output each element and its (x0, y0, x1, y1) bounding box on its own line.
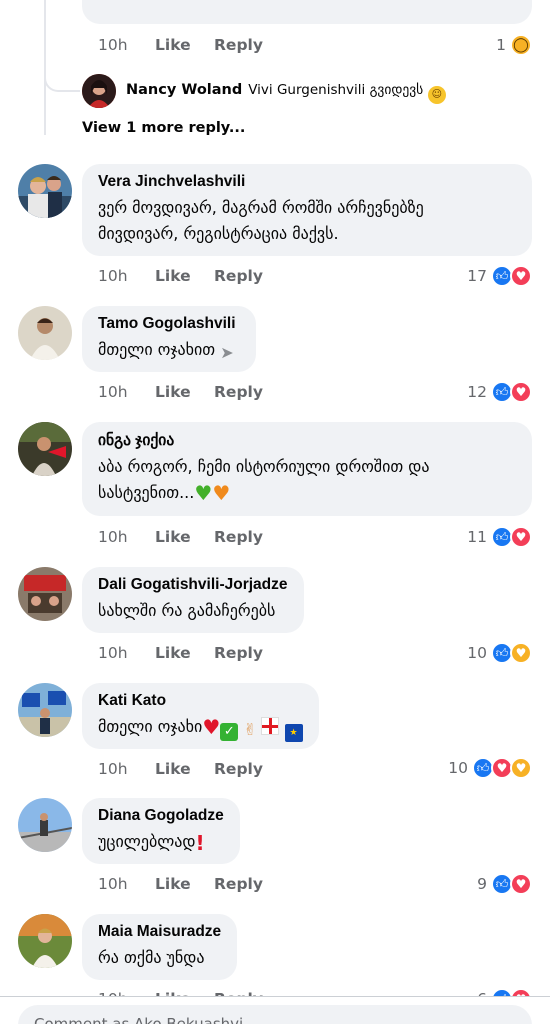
reply-button[interactable]: Reply (214, 267, 263, 285)
like-button[interactable]: Like (155, 267, 214, 285)
avatar[interactable] (18, 422, 72, 476)
avatar[interactable] (18, 567, 72, 621)
comment-author[interactable]: Kati Kato (98, 692, 303, 710)
like-button[interactable]: Like (155, 875, 214, 893)
love-reaction-icon: ♥ (510, 526, 532, 548)
exclamation-emoji-icon: ! (195, 831, 205, 855)
comment-bubble[interactable]: Maia Maisuradze რა თქმა უნდა (82, 914, 238, 980)
reply-author[interactable]: Nancy Woland (126, 82, 242, 98)
avatar[interactable] (18, 798, 72, 852)
comment-author[interactable]: Diana Gogoladze (98, 807, 224, 825)
care-reaction-icon: ♥ (510, 757, 532, 779)
reply-button[interactable]: Reply (214, 875, 263, 893)
comment-actions: 10h Like Reply (98, 383, 263, 401)
like-button[interactable]: Like (155, 36, 214, 54)
comment-text: ვერ მოვდივარ, მაგრამ რომში არჩევნებზე მივ… (98, 198, 424, 243)
comment-author[interactable]: Dali Gogatishvili-Jorjadze (98, 576, 288, 594)
reaction-count: 10 (448, 759, 468, 777)
comment-actions: 10h Like Reply (98, 760, 263, 778)
reply-button[interactable]: Reply (214, 644, 263, 662)
like-button[interactable]: Like (155, 383, 214, 401)
comment-time: 10h (98, 267, 128, 285)
like-button[interactable]: Like (155, 528, 214, 546)
comment-author[interactable]: Maia Maisuradze (98, 923, 221, 941)
comment-time: 10h (98, 760, 128, 778)
reaction-count: 1 (496, 36, 506, 54)
view-more-replies-link[interactable]: View 1 more reply... (82, 120, 245, 136)
comment-bubble[interactable]: Dali Gogatishvili-Jorjadze სახლში რა გამ… (82, 567, 304, 633)
avatar[interactable] (18, 164, 72, 218)
reaction-count: 11 (467, 528, 487, 546)
reaction-summary[interactable]: 10 👍︎ ♥ (467, 642, 532, 664)
reaction-count: 10 (467, 644, 487, 662)
comment-actions: 10h Like Reply (98, 267, 263, 285)
comment-time: 10h (98, 528, 128, 546)
avatar[interactable] (82, 74, 116, 108)
avatar[interactable] (18, 683, 72, 737)
comment-bubble[interactable]: Vera Jinchvelashvili ვერ მოვდივარ, მაგრა… (82, 164, 532, 256)
reply-text: Vivi Gurgenishvili გვიდევს (248, 82, 424, 98)
like-button[interactable]: Like (155, 760, 214, 778)
love-reaction-icon: ♥ (510, 381, 532, 403)
green-heart-emoji-icon (194, 480, 212, 506)
comment-text: მთელი ოჯახით ➤ (98, 337, 240, 363)
comment-text: უცილებლად! (98, 831, 205, 855)
reply-button[interactable]: Reply (214, 528, 263, 546)
comment-bubble[interactable]: Kati Kato მთელი ოჯახი✓ ✌ ★ (82, 683, 319, 749)
reply-button[interactable]: Reply (214, 383, 263, 401)
comment-text: რა თქმა უნდა (98, 948, 205, 967)
avatar[interactable] (18, 306, 72, 360)
reaction-count: 17 (467, 267, 487, 285)
reaction-summary[interactable]: 1 ◯ (496, 34, 532, 56)
comment-actions: 10h Like Reply (98, 875, 263, 893)
smile-emoji-icon: ☺ (427, 86, 446, 104)
comment-bubble[interactable]: Diana Gogoladze უცილებლად! (82, 798, 240, 864)
georgia-flag-emoji-icon (261, 717, 280, 735)
comment-time: 10h (98, 644, 128, 662)
comment-bubble-top[interactable] (82, 0, 532, 24)
comment-actions: 10h Like Reply (98, 528, 263, 546)
reaction-count: 12 (467, 383, 487, 401)
check-mark-emoji-icon: ✓ (220, 723, 239, 741)
comment-author[interactable]: ინგა ჯიქია (98, 431, 516, 450)
comment-text: მთელი ოჯახი✓ ✌ ★ (98, 714, 303, 742)
love-reaction-icon: ♥ (510, 873, 532, 895)
reply-button[interactable]: Reply (214, 760, 263, 778)
reaction-summary[interactable]: 17 👍︎ ♥ (467, 265, 532, 287)
reaction-summary[interactable]: 9 👍︎ ♥ (477, 873, 532, 895)
reaction-summary[interactable]: 10 👍︎ ♥ ♥ (448, 757, 532, 779)
reaction-summary[interactable]: 11 👍︎ ♥ (467, 526, 532, 548)
love-reaction-icon: ♥ (510, 265, 532, 287)
thread-connector (44, 60, 80, 92)
comment-bubble[interactable]: Tamo Gogolashvili მთელი ოჯახით ➤ (82, 306, 257, 372)
like-button[interactable]: Like (155, 644, 214, 662)
victory-hand-emoji-icon: ✌ (243, 720, 257, 739)
rocket-emoji-icon: ➤ (220, 343, 234, 362)
reaction-count: 9 (477, 875, 487, 893)
comment-text: აბა როგორ, ჩემი ისტორიული დროშით და სასტვ… (98, 454, 516, 506)
comment-time: 10h (98, 875, 128, 893)
comment-input[interactable]: Comment as Ako Bekuashvi... (18, 1005, 532, 1024)
reply-button[interactable]: Reply (214, 36, 263, 54)
comment-composer: Comment as Ako Bekuashvi... (0, 996, 550, 1024)
comment-time: 10h (98, 383, 128, 401)
care-reaction-icon: ♥ (510, 642, 532, 664)
comment-author[interactable]: Tamo Gogolashvili (98, 315, 240, 333)
comment-actions: 10h Like Reply (98, 644, 263, 662)
comment-actions: 10h Like Reply (98, 36, 263, 54)
comment-text: სახლში რა გამაჩერებს (98, 601, 276, 620)
comment-time: 10h (98, 36, 128, 54)
red-heart-emoji-icon (202, 714, 220, 740)
nested-reply: Nancy Woland Vivi Gurgenishvili გვიდევს ☺ (126, 82, 446, 104)
eu-flag-emoji-icon: ★ (284, 724, 303, 742)
wow-reaction-icon: ◯ (510, 34, 532, 56)
reaction-summary[interactable]: 12 👍︎ ♥ (467, 381, 532, 403)
orange-heart-emoji-icon (212, 480, 230, 506)
avatar[interactable] (18, 914, 72, 968)
comment-author[interactable]: Vera Jinchvelashvili (98, 173, 516, 191)
comment-bubble[interactable]: ინგა ჯიქია აბა როგორ, ჩემი ისტორიული დრო… (82, 422, 532, 516)
